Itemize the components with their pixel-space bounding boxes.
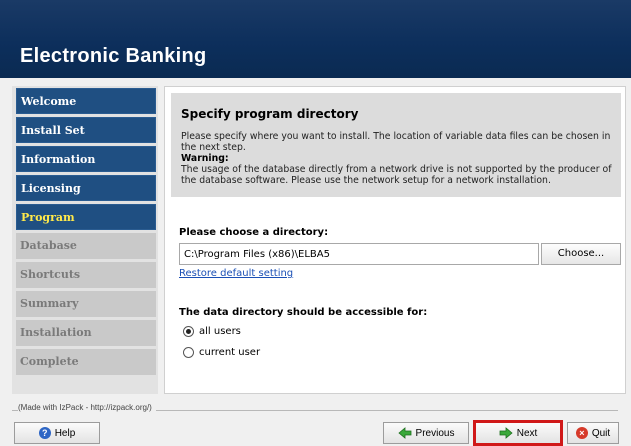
sidebar-item-installation: Installation xyxy=(16,320,156,346)
restore-default-link[interactable]: Restore default setting xyxy=(179,268,293,279)
radio-current-user[interactable]: current user xyxy=(183,345,260,359)
main-panel: Specify program directory Please specify… xyxy=(164,86,626,394)
app-title: Electronic Banking xyxy=(20,45,207,67)
sidebar-item-install-set: Install Set xyxy=(16,117,156,143)
quit-icon: × xyxy=(575,427,588,439)
radio-current-user-label: current user xyxy=(199,346,261,358)
warning-title: Warning: xyxy=(181,153,229,164)
choose-button[interactable]: Choose... xyxy=(541,243,621,265)
sidebar-item-shortcuts: Shortcuts xyxy=(16,262,156,288)
previous-button[interactable]: Previous xyxy=(383,422,469,444)
directory-input[interactable] xyxy=(179,243,539,265)
sidebar-item-licensing: Licensing xyxy=(16,175,156,201)
radio-all-users-label: all users xyxy=(199,325,241,337)
next-button[interactable]: Next xyxy=(473,420,563,446)
directory-label: Please choose a directory: xyxy=(179,227,329,238)
help-icon: ? xyxy=(38,427,51,439)
arrow-left-icon xyxy=(397,427,411,439)
quit-label: Quit xyxy=(591,427,611,439)
sidebar-item-information: Information xyxy=(16,146,156,172)
description-text: Please specify where you want to install… xyxy=(181,131,611,153)
help-label: Help xyxy=(54,427,76,439)
sidebar-item-welcome: Welcome xyxy=(16,88,156,114)
arrow-right-icon xyxy=(499,427,513,439)
previous-label: Previous xyxy=(415,427,455,439)
sidebar-item-program: Program xyxy=(16,204,156,230)
quit-button[interactable]: × Quit xyxy=(567,422,619,444)
sidebar-item-complete: Complete xyxy=(16,349,156,375)
radio-all-users[interactable]: all users xyxy=(183,324,241,338)
header-banner: Electronic Banking xyxy=(0,0,631,78)
radio-unselected-icon[interactable] xyxy=(183,346,194,358)
sidebar-item-database: Database xyxy=(16,233,156,259)
radio-selected-icon[interactable] xyxy=(183,325,194,337)
access-label: The data directory should be accessible … xyxy=(179,307,428,318)
sidebar-item-summary: Summary xyxy=(16,291,156,317)
next-label: Next xyxy=(516,427,538,439)
steps-sidebar: Welcome Install Set Information Licensin… xyxy=(12,86,158,394)
help-button[interactable]: ? Help xyxy=(14,422,100,444)
info-box: Specify program directory Please specify… xyxy=(171,93,621,197)
warning-text: The usage of the database directly from … xyxy=(181,164,612,186)
page-title: Specify program directory xyxy=(181,107,359,121)
izpack-credit: (Made with IzPack - http://izpack.org/) xyxy=(18,403,156,412)
